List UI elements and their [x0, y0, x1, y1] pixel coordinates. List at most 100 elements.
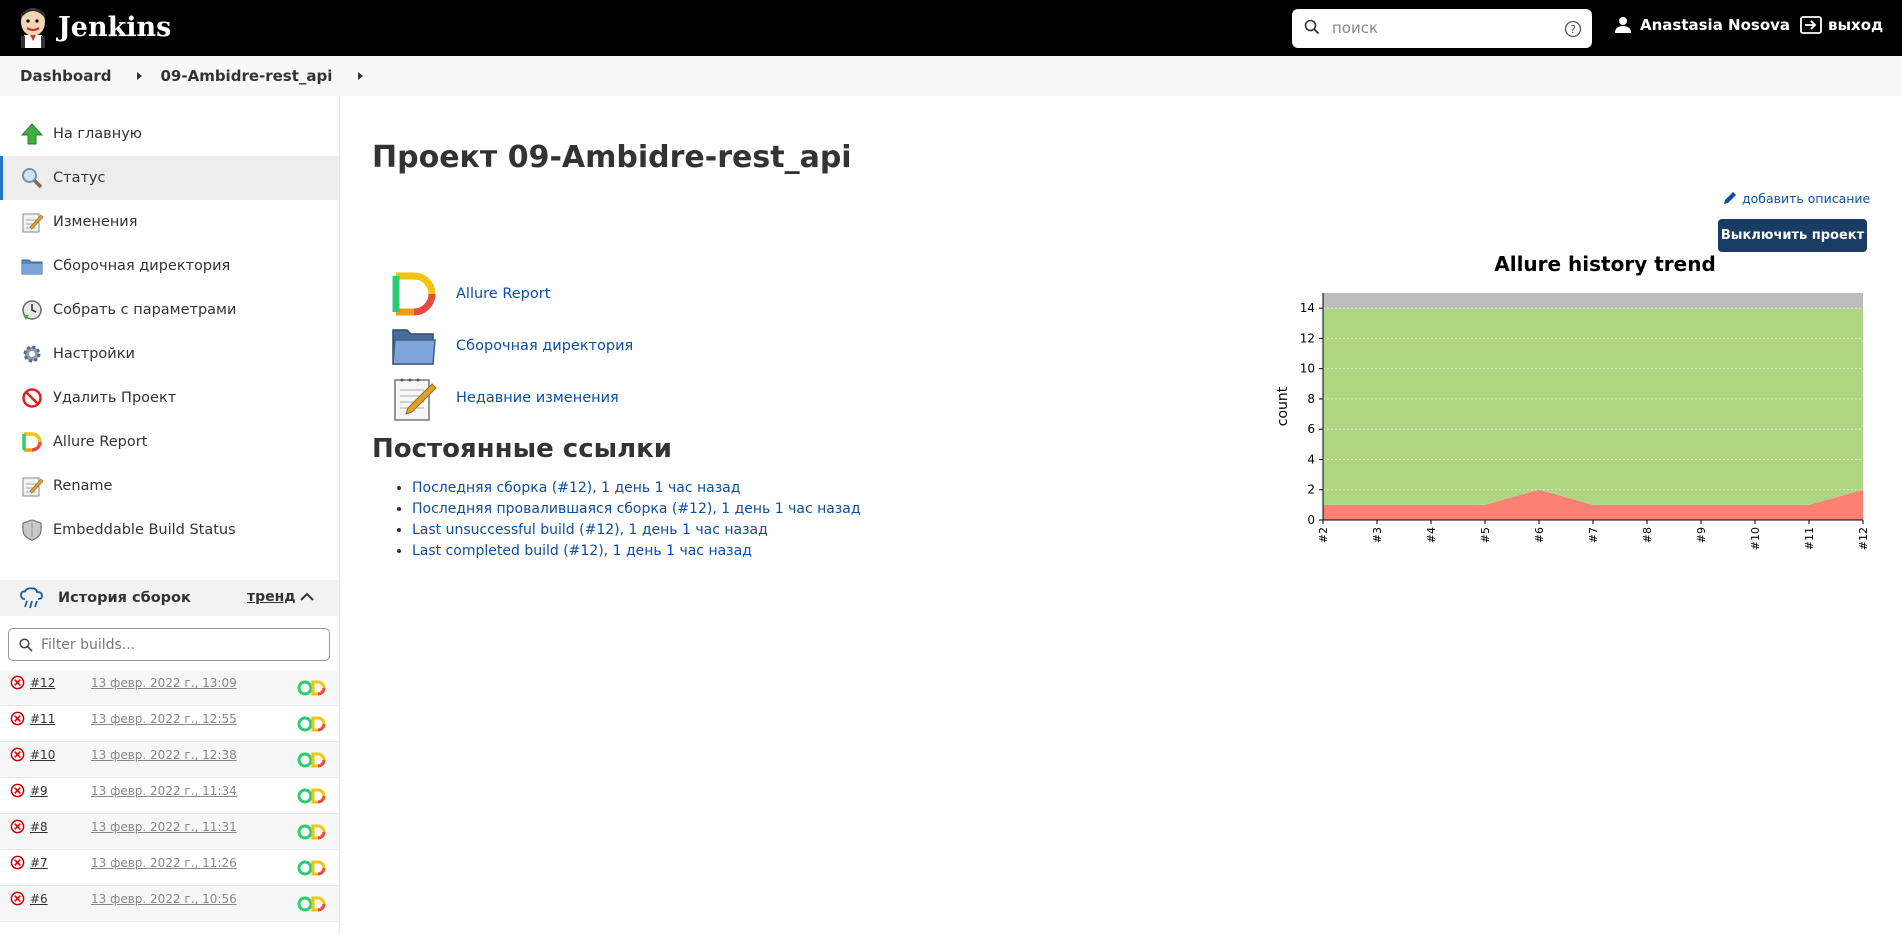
allure-badge-icon[interactable]: [297, 752, 327, 768]
build-date-link[interactable]: 13 февр. 2022 г., 10:56: [91, 892, 237, 906]
x-tick-label: #5: [1479, 527, 1492, 543]
x-tick-label: #6: [1533, 527, 1546, 543]
allure-badge-icon[interactable]: [297, 716, 327, 732]
link-label[interactable]: Сборочная директория: [456, 338, 633, 354]
allure-badge-icon[interactable]: [297, 680, 327, 696]
failed-status-icon: [10, 675, 25, 690]
chart-canvas: 0 2 4 6 8 10 12 14 #2 #3 #4 #5 #6 #7 #8 #9 #10 #11 #12 coun…: [1275, 293, 1870, 550]
permalink-last-failed[interactable]: Последняя провалившаяся сборка (#12), 1 …: [412, 501, 861, 517]
sidebar-item-label: Настройки: [53, 346, 135, 362]
link-label[interactable]: Недавние изменения: [456, 390, 619, 406]
build-number-link[interactable]: #7: [30, 856, 48, 870]
link-recent-changes[interactable]: Недавние изменения: [390, 374, 619, 422]
allure-badge-icon[interactable]: [297, 860, 327, 876]
notepad-icon: [394, 378, 437, 421]
build-number-link[interactable]: #10: [30, 748, 55, 762]
sidebar-item-label: Allure Report: [53, 434, 148, 450]
list-item: Last completed build (#12), 1 день 1 час…: [412, 543, 861, 564]
sidebar-item-label: Сборочная директория: [53, 258, 231, 274]
permalink-last-build[interactable]: Последняя сборка (#12), 1 день 1 час наз…: [412, 480, 740, 496]
chevron-right-icon[interactable]: [137, 72, 143, 80]
build-date-link[interactable]: 13 февр. 2022 г., 13:09: [91, 676, 237, 690]
sidebar-item-status[interactable]: Статус: [0, 156, 339, 200]
user-link[interactable]: Anastasia Nosova: [1614, 16, 1790, 34]
allure-trend-chart[interactable]: Allure history trend 0 2 4 6 8 10 12 14 #2 #3 #4 #5…: [1270, 250, 1870, 570]
build-number-link[interactable]: #11: [30, 712, 55, 726]
app-name: Jenkins: [58, 11, 172, 43]
top-header: Jenkins ? Anastasia Nosova выход: [0, 0, 1902, 56]
build-date-link[interactable]: 13 февр. 2022 г., 12:38: [91, 748, 237, 762]
x-tick-label: #3: [1371, 527, 1384, 543]
sidebar-item-delete[interactable]: Удалить Проект: [0, 376, 339, 420]
chevron-right-icon[interactable]: [358, 72, 364, 80]
logout-icon: [1800, 16, 1822, 34]
breadcrumb-dashboard[interactable]: Dashboard: [20, 67, 111, 85]
breadcrumb: Dashboard 09-Ambidre-rest_api: [0, 56, 1902, 96]
failed-status-icon: [10, 747, 25, 762]
build-date-link[interactable]: 13 февр. 2022 г., 11:31: [91, 820, 237, 834]
sidebar-item-allure-report[interactable]: Allure Report: [0, 420, 339, 464]
disable-project-button[interactable]: Выключить проект: [1718, 219, 1867, 252]
build-number-link[interactable]: #12: [30, 676, 55, 690]
magnifier-icon: [20, 166, 44, 190]
add-description-link[interactable]: добавить описание: [1722, 190, 1870, 206]
sidebar-item-home[interactable]: На главную: [0, 112, 339, 156]
breadcrumb-project[interactable]: 09-Ambidre-rest_api: [160, 67, 332, 85]
chevron-up-icon[interactable]: [300, 592, 314, 602]
y-tick-label: 12: [1300, 331, 1315, 345]
permalinks-title: Постоянные ссылки: [372, 434, 673, 464]
allure-badge-icon[interactable]: [297, 824, 327, 840]
jenkins-logo[interactable]: Jenkins: [18, 6, 171, 48]
build-date-link[interactable]: 13 февр. 2022 г., 11:26: [91, 856, 237, 870]
allure-badge-icon[interactable]: [297, 896, 327, 912]
help-icon[interactable]: ?: [1564, 20, 1582, 38]
build-list: #12 13 февр. 2022 г., 13:09 #11 13 февр. 20…: [0, 670, 339, 922]
logout-link[interactable]: выход: [1800, 16, 1883, 34]
sidebar-item-label: Rename: [53, 478, 113, 494]
build-number-link[interactable]: #8: [30, 820, 48, 834]
build-date-link[interactable]: 13 февр. 2022 г., 12:55: [91, 712, 237, 726]
x-tick-label: #11: [1803, 527, 1816, 550]
trend-link[interactable]: тренд: [247, 589, 296, 605]
failed-status-icon: [10, 711, 25, 726]
svg-text:?: ?: [1570, 23, 1576, 36]
sidebar-item-configure[interactable]: Настройки: [0, 332, 339, 376]
build-number-link[interactable]: #9: [30, 784, 48, 798]
build-history-title: История сборок: [58, 590, 191, 606]
build-row: #11 13 февр. 2022 г., 12:55: [0, 706, 339, 742]
y-tick-label: 8: [1307, 392, 1315, 406]
sidebar-item-build-with-params[interactable]: Собрать с параметрами: [0, 288, 339, 332]
link-allure-report[interactable]: Allure Report: [390, 270, 550, 318]
sidebar-item-label: Embeddable Build Status: [53, 522, 236, 538]
sidebar-item-changes[interactable]: Изменения: [0, 200, 339, 244]
link-workspace[interactable]: Сборочная директория: [390, 322, 633, 370]
permalink-last-unsuccessful[interactable]: Last unsuccessful build (#12), 1 день 1 …: [412, 522, 768, 538]
x-tick-label: #4: [1425, 527, 1438, 543]
up-arrow-icon: [20, 122, 44, 146]
sidebar-item-rename[interactable]: Rename: [0, 464, 339, 508]
list-item: Последняя провалившаяся сборка (#12), 1 …: [412, 501, 861, 522]
sidebar: На главную Статус Изменения Сборочная ди…: [0, 96, 340, 934]
failed-status-icon: [10, 819, 25, 834]
build-number-link[interactable]: #6: [30, 892, 48, 906]
sidebar-item-embeddable-build-status[interactable]: Embeddable Build Status: [0, 508, 339, 552]
search-input[interactable]: [1332, 18, 1552, 38]
y-tick-label: 14: [1300, 301, 1315, 315]
sidebar-item-workspace[interactable]: Сборочная директория: [0, 244, 339, 288]
link-label[interactable]: Allure Report: [456, 286, 550, 302]
series-area-1: [1323, 308, 1863, 505]
search-icon: [1304, 19, 1320, 35]
clock-icon: [20, 298, 44, 322]
x-tick-label: #2: [1317, 527, 1330, 543]
permalink-last-completed[interactable]: Last completed build (#12), 1 день 1 час…: [412, 543, 752, 559]
x-tick-label: #9: [1695, 527, 1708, 543]
jenkins-butler-icon: [21, 8, 45, 48]
allure-badge-icon[interactable]: [297, 788, 327, 804]
build-date-link[interactable]: 13 февр. 2022 г., 11:34: [91, 784, 237, 798]
sidebar-item-label: На главную: [53, 126, 142, 142]
folder-icon: [392, 329, 436, 365]
x-tick-label: #12: [1857, 527, 1870, 550]
notepad-icon: [20, 210, 44, 234]
user-icon: [1615, 17, 1631, 33]
filter-builds-input[interactable]: [41, 636, 311, 653]
